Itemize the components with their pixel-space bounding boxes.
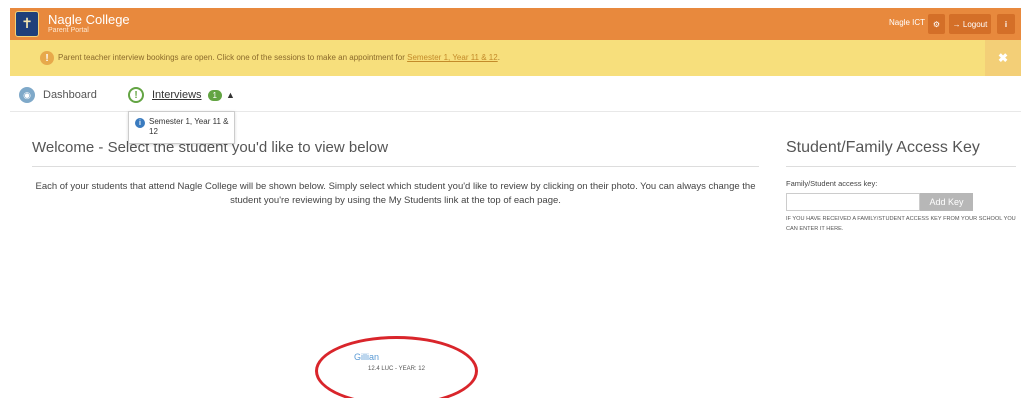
alert-text: Parent teacher interview bookings are op… <box>58 53 405 62</box>
access-key-divider <box>786 166 1016 167</box>
crest-cross-icon: ✝ <box>21 16 33 32</box>
main-nav: ◉ Dashboard ! Interviews 1 ▲ <box>10 78 1021 112</box>
interviews-count-badge: 1 <box>207 89 222 101</box>
interviews-exclamation-icon: ! <box>128 87 144 103</box>
welcome-divider <box>32 166 759 167</box>
nav-dashboard-label: Dashboard <box>43 89 97 101</box>
brand-subtitle: Parent Portal <box>48 27 89 34</box>
interviews-dropdown-item[interactable]: i Semester 1, Year 11 & 12 <box>128 111 235 144</box>
alert-session-link[interactable]: Semester 1, Year 11 & 12 <box>407 53 498 62</box>
nav-interviews[interactable]: ! Interviews 1 ▲ <box>128 87 235 103</box>
close-icon: ✖ <box>997 51 1009 65</box>
access-key-heading: Student/Family Access Key <box>786 139 980 156</box>
access-key-label: Family/Student access key: <box>786 179 878 188</box>
alert-exclamation-icon: ! <box>40 51 54 65</box>
chevron-up-icon: ▲ <box>225 90 235 100</box>
help-button[interactable]: i <box>997 14 1015 34</box>
alert-message: Parent teacher interview bookings are op… <box>58 53 500 62</box>
info-icon: i <box>1004 19 1008 29</box>
student-detail: 12.4 LUC - YEAR: 12 <box>368 366 425 372</box>
nav-dashboard[interactable]: ◉ Dashboard <box>19 87 97 103</box>
student-name-link[interactable]: Gillian <box>354 352 379 362</box>
brand-title[interactable]: Nagle College <box>48 12 130 27</box>
alert-trailing: . <box>497 53 500 62</box>
intro-text: Each of your students that attend Nagle … <box>35 181 756 206</box>
interview-alert-banner: ! Parent teacher interview bookings are … <box>10 40 1021 76</box>
dropdown-session-label: Semester 1, Year 11 & 12 <box>149 117 229 136</box>
user-name-link[interactable]: Nagle ICT <box>889 18 925 27</box>
add-key-button[interactable]: Add Key <box>920 193 973 211</box>
college-logo[interactable]: ✝ <box>15 11 39 37</box>
access-key-input[interactable] <box>786 193 920 211</box>
info-circle-icon: i <box>135 118 145 128</box>
nav-interviews-label: Interviews <box>152 89 202 101</box>
top-header-bar: ✝ Nagle College Parent Portal Nagle ICT … <box>10 8 1021 40</box>
dashboard-icon: ◉ <box>19 87 35 103</box>
gear-icon: ⚙ <box>932 19 941 29</box>
logout-button[interactable]: → Logout <box>949 14 991 34</box>
access-key-note: IF YOU HAVE RECEIVED A FAMILY/STUDENT AC… <box>786 216 1016 232</box>
alert-close-button[interactable]: ✖ <box>985 40 1021 76</box>
settings-button[interactable]: ⚙ <box>928 14 945 34</box>
